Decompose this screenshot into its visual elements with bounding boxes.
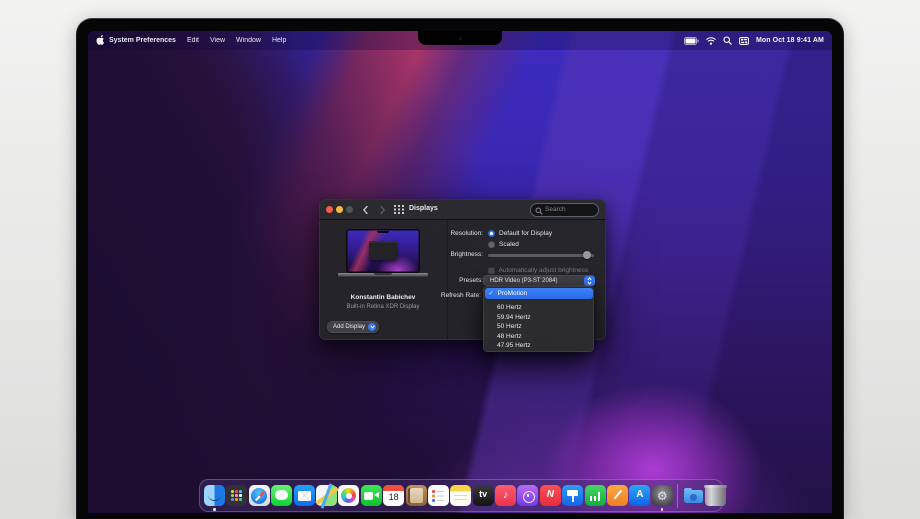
radio-default-for-display[interactable] [488,230,495,237]
battery-icon[interactable] [684,37,699,45]
calendar-day: 18 [383,492,404,502]
camera-notch [418,31,502,45]
menu-bar-clock[interactable]: Mon Oct 18 9:41 AM [756,37,824,44]
dock-icon-reminders[interactable] [428,485,449,506]
refresh-rate-options: 60 Hertz59.94 Hertz50 Hertz48 Hertz47.95… [483,303,594,351]
menu-item-48-hertz[interactable]: 48 Hertz [483,332,594,342]
refresh-rate-label: Refresh Rate: [411,292,481,299]
search-field-icon [535,207,543,215]
checkmark-icon: ✓ [485,290,498,297]
back-button[interactable] [361,205,371,215]
menu-item-47-95-hertz[interactable]: 47.95 Hertz [483,341,594,351]
selected-rate-label: ProMotion [498,290,528,297]
window-title: Displays [409,205,438,212]
dock-icon-trash[interactable] [705,485,726,506]
popup-stepper-icon [584,276,595,286]
dock-icon-pages[interactable] [607,485,628,506]
running-indicator [213,508,215,510]
downloads-badge [690,494,697,501]
dock-icon-launchpad[interactable] [226,485,247,506]
window-titlebar[interactable]: Displays [319,199,606,220]
screen: System Preferences Edit View Window Help [88,31,832,513]
dock-icon-music[interactable] [495,485,516,506]
menu-help[interactable]: Help [272,37,286,44]
camera-dot [459,37,462,40]
auto-brightness-label: Automatically adjust brightness [499,267,589,274]
wifi-icon[interactable] [706,37,716,45]
dock-icon-contacts[interactable] [406,485,427,506]
dock-icon-mail[interactable] [294,485,315,506]
dock-icon-photos[interactable] [338,485,359,506]
dock-icon-keynote[interactable] [562,485,583,506]
add-display-label: Add Display [333,324,365,330]
dock-icon-calendar[interactable]: 18 [383,485,404,506]
brightness-slider[interactable] [488,254,594,257]
dock-icon-downloads[interactable] [683,485,704,506]
dock-icon-notes[interactable] [450,485,471,506]
dock-icon-system-preferences[interactable] [652,485,673,506]
search-field[interactable] [530,203,599,217]
dock: 18 [199,479,723,512]
close-button[interactable] [326,206,333,213]
dock-icon-facetime[interactable] [361,485,382,506]
minimize-button[interactable] [336,206,343,213]
radio-scaled-label[interactable]: Scaled [499,241,519,248]
dock-icon-news[interactable] [540,485,561,506]
dock-icon-messages[interactable] [271,485,292,506]
menu-edit[interactable]: Edit [187,37,199,44]
dock-separator [677,484,678,508]
chevron-down-icon [368,323,376,331]
dock-icon-finder[interactable] [204,485,225,506]
forward-button[interactable] [377,205,387,215]
radio-scaled[interactable] [488,241,495,248]
presets-popup[interactable]: HDR Video (P3-ST 2084) [483,275,595,286]
resolution-label: Resolution: [413,230,483,237]
display-type: Built-in Retina XDR Display [319,304,447,310]
menu-window[interactable]: Window [236,37,261,44]
dock-icon-podcasts[interactable] [517,485,538,506]
presets-label: Presets: [413,277,483,284]
dock-icon-tv[interactable] [473,485,494,506]
thumbnail-notch [377,231,389,233]
menu-item-50-hertz[interactable]: 50 Hertz [483,322,594,332]
menu-item-promotion-selected[interactable]: ✓ ProMotion [485,288,593,299]
display-thumbnail [346,229,420,281]
menu-system-preferences[interactable]: System Preferences [109,37,176,44]
apple-logo-icon[interactable] [96,35,105,46]
dock-icon-safari[interactable] [249,485,270,506]
macbook-frame: System Preferences Edit View Window Help [76,18,844,519]
add-display-button[interactable]: Add Display [327,321,379,333]
menu-item-59-94-hertz[interactable]: 59.94 Hertz [483,313,594,323]
show-all-grid-icon[interactable] [394,205,404,214]
dock-icon-app-store[interactable] [629,485,650,506]
presets-value: HDR Video (P3-ST 2084) [483,278,557,284]
control-center-icon[interactable] [739,37,749,45]
brightness-label: Brightness: [413,251,483,258]
dock-icon-numbers[interactable] [585,485,606,506]
refresh-rate-menu: ✓ ProMotion 60 Hertz59.94 Hertz50 Hertz4… [483,286,594,352]
search-icon[interactable] [723,36,732,45]
calendar-red-header [383,485,404,491]
auto-brightness-row: Automatically adjust brightness [488,267,588,274]
dock-icon-maps[interactable] [316,485,337,506]
running-indicator [661,508,663,510]
radio-default-label[interactable]: Default for Display [499,230,552,237]
auto-brightness-checkbox[interactable] [488,267,495,274]
menu-item-60-hertz[interactable]: 60 Hertz [483,303,594,313]
zoom-button[interactable] [346,206,353,213]
menu-bar-status: Mon Oct 18 9:41 AM [684,36,824,45]
search-input[interactable] [545,204,597,216]
thumbnail-base-notch [374,273,392,275]
thumbnail-mini-window [369,241,397,260]
menu-view[interactable]: View [210,37,225,44]
thumbnail-screen [346,229,420,273]
menu-bar-menus: System Preferences Edit View Window Help [109,37,286,44]
photo-backdrop: System Preferences Edit View Window Help [0,0,920,519]
brightness-slider-knob[interactable] [583,251,591,259]
